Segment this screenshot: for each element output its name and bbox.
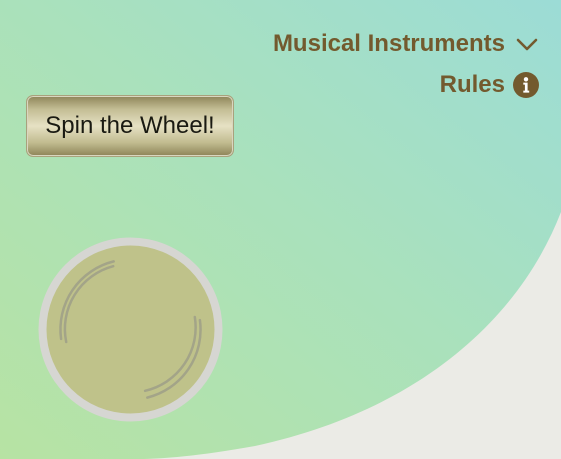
rules-button[interactable]: Rules <box>440 71 539 99</box>
spin-wheel-button[interactable]: Spin the Wheel! <box>26 95 234 157</box>
category-selector[interactable]: Musical Instruments <box>273 30 539 58</box>
chevron-down-icon <box>516 38 538 51</box>
rules-label: Rules <box>439 71 505 98</box>
category-label: Musical Instruments <box>272 30 505 57</box>
spinning-wheel[interactable] <box>37 236 224 423</box>
info-icon <box>513 72 539 98</box>
